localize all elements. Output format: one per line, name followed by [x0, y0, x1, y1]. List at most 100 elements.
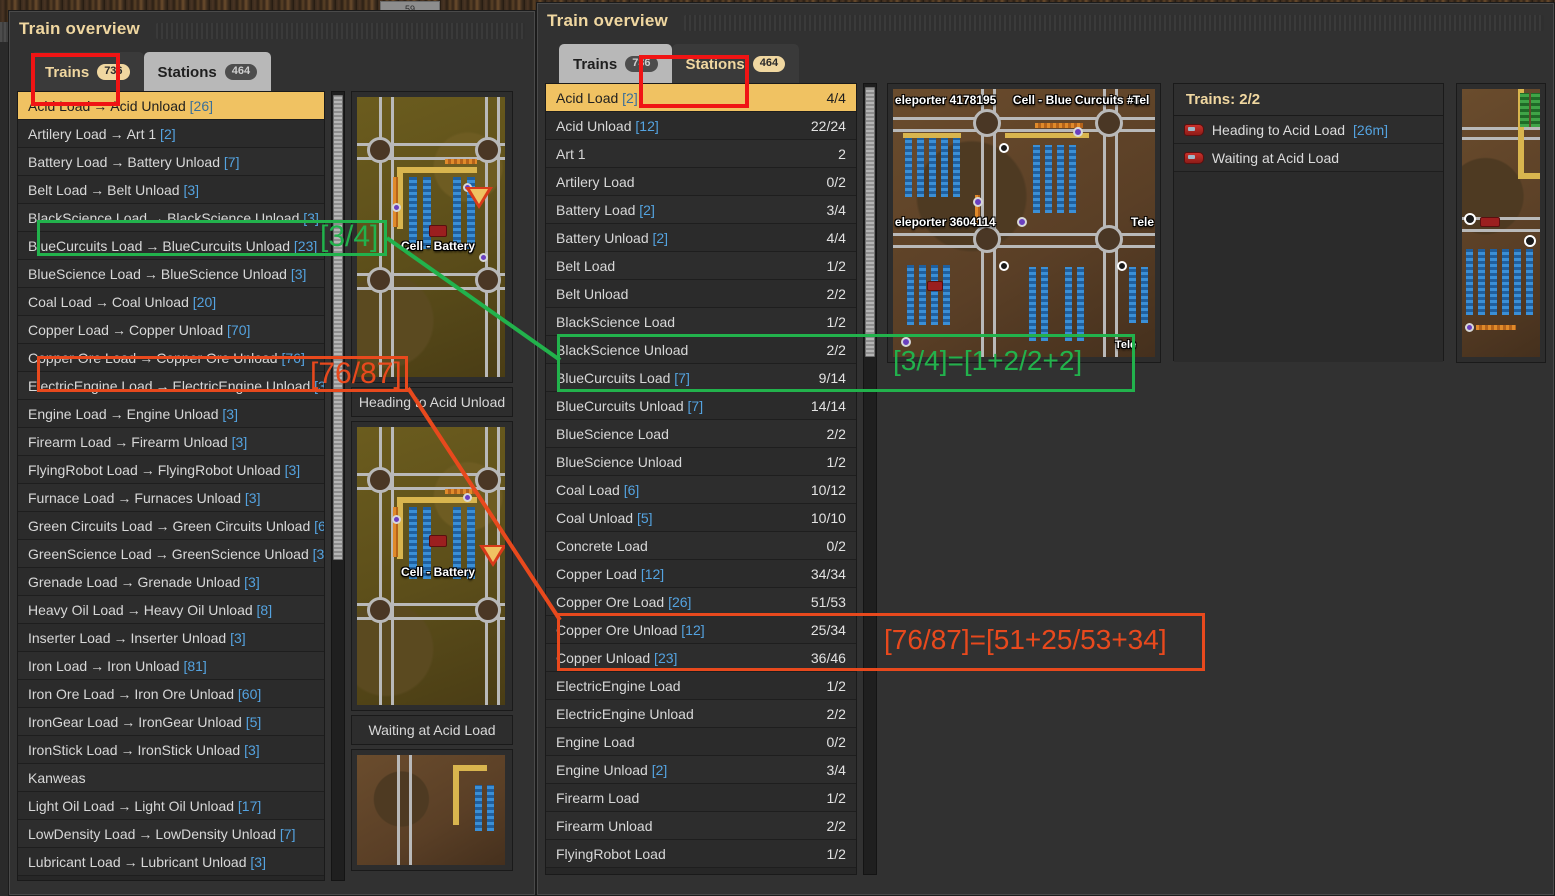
table-row[interactable]: Copper Load [12] 34/34 [546, 560, 856, 588]
train-route-from: Kanweas [28, 769, 86, 786]
table-row[interactable]: Engine Unload [2] 3/4 [546, 756, 856, 784]
table-row[interactable]: Firearm Load 1/2 [546, 784, 856, 812]
train-minimap-3-box[interactable] [351, 749, 513, 871]
arrow-right-icon: → [114, 433, 129, 450]
table-row[interactable]: Battery Unload [2] 4/4 [546, 224, 856, 252]
tab-trains-right[interactable]: Trains 736 [559, 44, 672, 84]
table-row[interactable]: BlueCurcuits Load → BlueCurcuits Unload [2… [18, 232, 324, 260]
tab-stations-left[interactable]: Stations 464 [143, 52, 272, 92]
table-row[interactable]: Green Circuits Load → Green Circuits Unloa… [18, 512, 324, 540]
train-minimap-2-box[interactable]: Cell - Battery [351, 421, 513, 711]
table-row[interactable]: BlackScience Unload 2/2 [546, 336, 856, 364]
train-minimap-2[interactable]: Cell - Battery [357, 427, 505, 705]
station-minimap-secondary-box[interactable] [1456, 83, 1546, 363]
table-row[interactable]: IronStick Load → IronStick Unload [3] [18, 736, 324, 764]
table-row[interactable]: BlueCurcuits Load [7] 9/14 [546, 364, 856, 392]
table-row[interactable]: Kanweas [18, 764, 324, 792]
table-row[interactable]: Grenade Load → Grenade Unload [3] [18, 568, 324, 596]
table-row[interactable]: Iron Load → Iron Unload [81] [18, 652, 324, 680]
table-row[interactable]: GreenScience Load → GreenScience Unload [3… [18, 540, 324, 568]
table-row[interactable]: Belt Load → Belt Unload [3] [18, 176, 324, 204]
trains-card-item-0[interactable]: Heading to Acid Load [26m] [1173, 116, 1443, 144]
table-row[interactable]: ElectricEngine Load → ElectricEngine Unloa… [18, 372, 324, 400]
table-row[interactable]: FlyingRobot Load → FlyingRobot Unload [3] [18, 456, 324, 484]
train-route-count: [2] [156, 125, 176, 142]
table-row[interactable]: ElectricEngine Load 1/2 [546, 672, 856, 700]
table-row[interactable]: Lubricant Load → Lubricant Unload [3] [18, 848, 324, 876]
table-row[interactable]: BlueScience Load → BlueScience Unload [3] [18, 260, 324, 288]
titlebar-drag-handle-left[interactable] [155, 22, 525, 39]
station-name-cell: BlueCurcuits Load [7] [556, 370, 690, 386]
table-row[interactable]: Art 1 2 [546, 140, 856, 168]
station-value: 0/2 [826, 173, 846, 190]
table-row[interactable]: Coal Load → Coal Unload [20] [18, 288, 324, 316]
tab-stations-right[interactable]: Stations 464 [671, 44, 800, 84]
table-row[interactable]: Heavy Oil Load → Heavy Oil Unload [8] [18, 596, 324, 624]
station-list-scroll-thumb[interactable] [864, 87, 875, 357]
table-row[interactable]: Engine Load 0/2 [546, 728, 856, 756]
train-route-from: GreenScience Load [28, 545, 152, 562]
train-route-from: Copper Load [28, 321, 109, 338]
titlebar-right[interactable]: Train overview [537, 3, 1554, 39]
station-value: 3/4 [826, 201, 846, 218]
train-list-rows: Acid Load → Acid Unload [26] Artilery Load →… [18, 92, 324, 876]
station-minimap-secondary[interactable] [1462, 89, 1540, 357]
table-row[interactable]: BlueScience Load 2/2 [546, 420, 856, 448]
table-row[interactable]: IronGear Load → IronGear Unload [5] [18, 708, 324, 736]
train-route-from: BlueCurcuits Load [28, 237, 143, 254]
table-row[interactable]: Battery Load → Battery Unload [7] [18, 148, 324, 176]
station-list-scrollbar[interactable] [862, 83, 877, 875]
train-minimap-3[interactable] [357, 755, 505, 865]
table-row[interactable]: Coal Load [6] 10/12 [546, 476, 856, 504]
table-row[interactable]: Copper Ore Unload [12] 25/34 [546, 616, 856, 644]
table-row[interactable]: Belt Load 1/2 [546, 252, 856, 280]
table-row[interactable]: Acid Load [2] 4/4 [546, 84, 856, 112]
table-row[interactable]: Copper Unload [23] 36/46 [546, 644, 856, 672]
train-route-to: Firearm Unload [131, 433, 228, 450]
arrow-right-icon: → [139, 349, 154, 366]
table-row[interactable]: ElectricEngine Unload 2/2 [546, 700, 856, 728]
table-row[interactable]: Artilery Load 0/2 [546, 168, 856, 196]
table-row[interactable]: Acid Load → Acid Unload [26] [18, 92, 324, 120]
table-row[interactable]: Artilery Load → Art 1 [2] [18, 120, 324, 148]
tab-trains-left[interactable]: Trains 736 [31, 52, 144, 92]
table-row[interactable]: Engine Load → Engine Unload [3] [18, 400, 324, 428]
table-row[interactable]: Battery Load [2] 3/4 [546, 196, 856, 224]
train-list-scroll-thumb[interactable] [333, 95, 343, 560]
train-list-scrollbar[interactable] [331, 91, 345, 881]
table-row[interactable]: BlueCurcuits Unload [7] 14/14 [546, 392, 856, 420]
titlebar-drag-handle-right[interactable] [683, 14, 1544, 31]
table-row[interactable]: BlackScience Load 1/2 [546, 308, 856, 336]
table-row[interactable]: BlackScience Load → BlackScience Unload [3… [18, 204, 324, 232]
trains-card-item-1[interactable]: Waiting at Acid Load [1173, 144, 1443, 172]
table-row[interactable]: Concrete Load 0/2 [546, 532, 856, 560]
station-minimap-box[interactable]: eleporter 4178195 Cell - Blue Curcuits #… [886, 83, 1161, 363]
train-minimap-1-box[interactable]: Cell - Battery [351, 91, 513, 383]
table-row[interactable]: BlueScience Unload 1/2 [546, 448, 856, 476]
table-row[interactable]: FlyingRobot Load 1/2 [546, 840, 856, 868]
table-row[interactable]: Coal Unload [5] 10/10 [546, 504, 856, 532]
table-row[interactable]: Acid Unload [12] 22/24 [546, 112, 856, 140]
station-list-right[interactable]: Acid Load [2] 4/4 Acid Unload [12] 22/24 Art… [545, 83, 857, 875]
table-row[interactable]: Copper Ore Load → Copper Ore Unload [76] [18, 344, 324, 372]
titlebar-left[interactable]: Train overview [9, 11, 535, 47]
table-row[interactable]: Iron Ore Load → Iron Ore Unload [60] [18, 680, 324, 708]
train-route-count: [3] [240, 741, 260, 758]
table-row[interactable]: Copper Load → Copper Unload [70] [18, 316, 324, 344]
table-row[interactable]: Inserter Load → Inserter Unload [3] [18, 624, 324, 652]
table-row[interactable]: Copper Ore Load [26] 51/53 [546, 588, 856, 616]
train-route-to: IronGear Unload [138, 713, 242, 730]
train-list-left[interactable]: Acid Load → Acid Unload [26] Artilery Load →… [17, 91, 325, 881]
table-row[interactable]: Firearm Unload 2/2 [546, 812, 856, 840]
station-minimap[interactable]: eleporter 4178195 Cell - Blue Curcuits #… [892, 89, 1155, 357]
train-route-to: Battery Unload [127, 153, 220, 170]
train-route-count: [3] [227, 433, 248, 450]
train-minimap-1[interactable]: Cell - Battery [357, 97, 505, 377]
table-row[interactable]: Light Oil Load → Light Oil Unload [17] [18, 792, 324, 820]
table-row[interactable]: Belt Unload 2/2 [546, 280, 856, 308]
station-value: 10/10 [810, 509, 846, 526]
table-row[interactable]: Firearm Load → Firearm Unload [3] [18, 428, 324, 456]
table-row[interactable]: LowDensity Load → LowDensity Unload [7] [18, 820, 324, 848]
table-row[interactable]: Furnace Load → Furnaces Unload [3] [18, 484, 324, 512]
train-route-count: [3] [218, 405, 238, 422]
